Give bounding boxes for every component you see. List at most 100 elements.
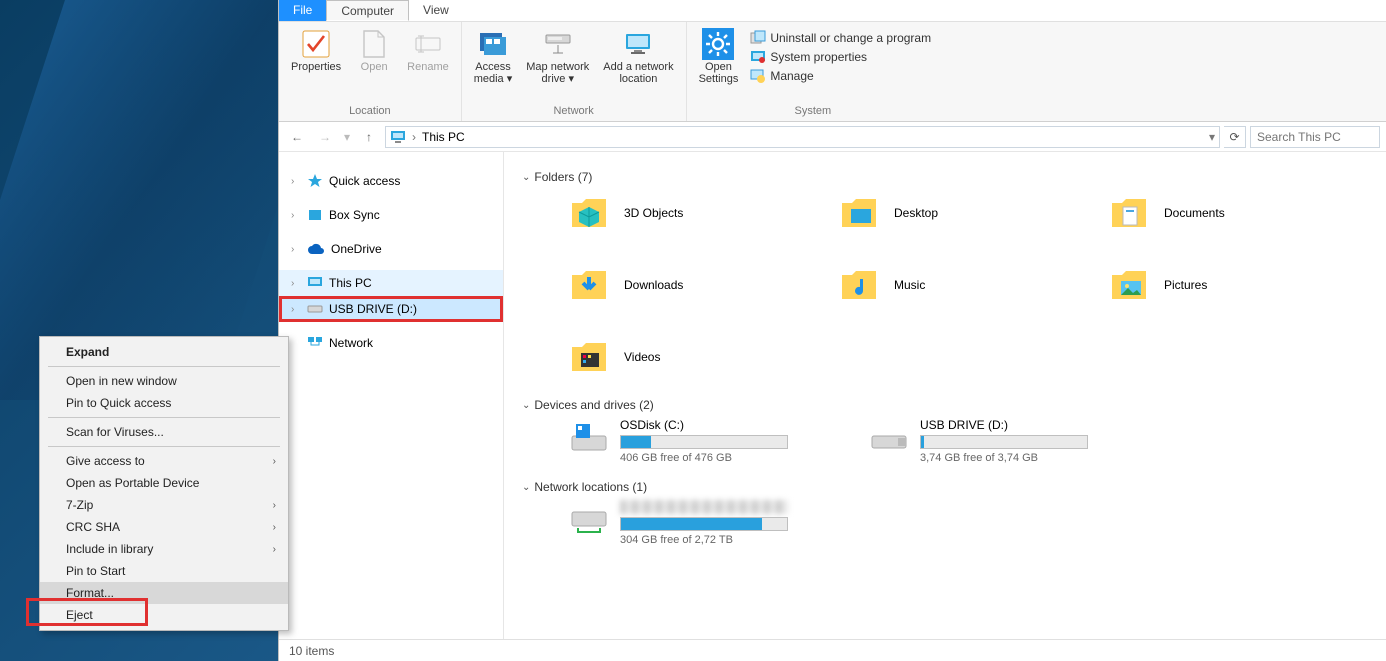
pictures-icon (1108, 264, 1150, 306)
music-icon (838, 264, 880, 306)
group-network-label: Network (553, 105, 593, 119)
address-bar: ← → ▾ ↑ › This PC ▾ ⟳ (279, 122, 1386, 152)
manage-label: Manage (770, 69, 813, 83)
nav-this-pc[interactable]: ›This PC (279, 270, 503, 296)
tab-computer[interactable]: Computer (326, 0, 409, 21)
chevron-right-icon: › (273, 500, 276, 511)
documents-icon (1108, 192, 1150, 234)
properties-label: Properties (291, 62, 341, 74)
folder-downloads[interactable]: Downloads (568, 264, 838, 306)
nav-onedrive[interactable]: ›OneDrive (279, 236, 503, 262)
this-pc-icon (390, 129, 406, 145)
section-devices[interactable]: ⌄Devices and drives (2) (522, 398, 1386, 412)
chevron-right-icon: › (273, 456, 276, 467)
map-drive-icon (542, 28, 574, 60)
uninstall-button[interactable]: Uninstall or change a program (750, 30, 931, 46)
access-media-label: Accessmedia ▾ (474, 62, 513, 85)
ribbon-group-network: Accessmedia ▾ Map networkdrive ▾ Add a n… (462, 22, 687, 121)
ctx-pin-quick-access[interactable]: Pin to Quick access (40, 392, 288, 414)
sysprops-button[interactable]: System properties (750, 49, 931, 65)
content-area: ⌄Folders (7) 3D Objects Desktop Document… (504, 152, 1386, 639)
ctx-scan-viruses[interactable]: Scan for Viruses... (40, 421, 288, 443)
ctx-eject[interactable]: Eject (40, 604, 288, 626)
section-folders[interactable]: ⌄Folders (7) (522, 170, 1386, 184)
tab-view[interactable]: View (409, 0, 463, 21)
cube-icon (568, 192, 610, 234)
usb-icon (868, 418, 910, 454)
folder-videos[interactable]: Videos (568, 336, 838, 378)
folder-pictures[interactable]: Pictures (1108, 264, 1378, 306)
checkmark-icon (300, 28, 332, 60)
drive-usb[interactable]: USB DRIVE (D:) 3,74 GB free of 3,74 GB (868, 418, 1168, 464)
ctx-open-portable[interactable]: Open as Portable Device (40, 472, 288, 494)
rename-icon (412, 28, 444, 60)
nav-usb-drive[interactable]: ›USB DRIVE (D:) (279, 296, 503, 322)
status-item-count: 10 items (289, 644, 334, 658)
properties-button[interactable]: Properties (287, 26, 345, 76)
nav-quick-access[interactable]: ›Quick access (279, 168, 503, 194)
drive-usb-bar (920, 435, 1088, 449)
back-button[interactable]: ← (285, 130, 309, 144)
forward-button: → (313, 130, 337, 144)
ctx-crc-sha[interactable]: CRC SHA› (40, 516, 288, 538)
navigation-pane: ›Quick access ›Box Sync ›OneDrive ›This … (279, 152, 504, 639)
network-drive-bar (620, 517, 788, 531)
up-button[interactable]: ↑ (357, 130, 381, 144)
open-icon (358, 28, 390, 60)
section-network-locations[interactable]: ⌄Network locations (1) (522, 480, 1386, 494)
uninstall-icon (750, 30, 766, 46)
recent-dropdown[interactable]: ▾ (341, 130, 353, 144)
group-location-label: Location (349, 105, 391, 119)
ribbon-tabstrip: File Computer View (279, 0, 1386, 22)
folder-documents[interactable]: Documents (1108, 192, 1378, 234)
ribbon-group-location: Properties Open Rename Location (279, 22, 462, 121)
ctx-pin-start[interactable]: Pin to Start (40, 560, 288, 582)
add-network-location-button[interactable]: Add a networklocation (599, 26, 677, 87)
ribbon: Properties Open Rename Location (279, 22, 1386, 122)
access-media-button[interactable]: Accessmedia ▾ (470, 26, 517, 87)
open-settings-label: OpenSettings (699, 62, 739, 85)
gear-icon (702, 28, 734, 60)
network-drive-name-redacted (620, 500, 788, 514)
nav-network[interactable]: Network (279, 330, 503, 356)
open-settings-button[interactable]: OpenSettings (695, 26, 743, 87)
rename-label: Rename (407, 62, 449, 74)
folder-3d-objects[interactable]: 3D Objects (568, 192, 838, 234)
group-system-label: System (794, 105, 831, 119)
tab-file[interactable]: File (279, 0, 326, 21)
file-explorer-window: File Computer View Properties Open (278, 0, 1386, 661)
downloads-icon (568, 264, 610, 306)
ctx-open-new-window[interactable]: Open in new window (40, 370, 288, 392)
sysprops-label: System properties (770, 50, 867, 64)
uninstall-label: Uninstall or change a program (770, 31, 931, 45)
system-options: Uninstall or change a program System pro… (748, 26, 931, 84)
address-field[interactable]: › This PC ▾ (385, 126, 1220, 148)
folder-desktop[interactable]: Desktop (838, 192, 1108, 234)
network-drive[interactable]: 304 GB free of 2,72 TB (568, 500, 868, 546)
ctx-include-library[interactable]: Include in library› (40, 538, 288, 560)
media-icon (477, 28, 509, 60)
drive-osdisk[interactable]: OSDisk (C:) 406 GB free of 476 GB (568, 418, 868, 464)
desktop-icon (838, 192, 880, 234)
ctx-give-access[interactable]: Give access to› (40, 450, 288, 472)
breadcrumb-this-pc[interactable]: This PC (422, 130, 465, 144)
ctx-format[interactable]: Format... (40, 582, 288, 604)
status-bar: 10 items (279, 639, 1386, 661)
drive-usb-name: USB DRIVE (D:) (920, 418, 1088, 432)
context-menu: Expand Open in new window Pin to Quick a… (39, 336, 289, 631)
search-input[interactable] (1250, 126, 1380, 148)
manage-icon (750, 68, 766, 84)
chevron-right-icon: › (273, 544, 276, 555)
drive-osdisk-bar (620, 435, 788, 449)
folder-music[interactable]: Music (838, 264, 1108, 306)
videos-icon (568, 336, 610, 378)
ctx-7zip[interactable]: 7-Zip› (40, 494, 288, 516)
nav-box-sync[interactable]: ›Box Sync (279, 202, 503, 228)
drive-usb-free: 3,74 GB free of 3,74 GB (920, 452, 1088, 464)
disk-icon (568, 418, 610, 454)
sysprops-icon (750, 49, 766, 65)
map-drive-button[interactable]: Map networkdrive ▾ (522, 26, 593, 87)
manage-button[interactable]: Manage (750, 68, 931, 84)
ctx-expand[interactable]: Expand (40, 341, 288, 363)
refresh-button[interactable]: ⟳ (1224, 126, 1246, 148)
